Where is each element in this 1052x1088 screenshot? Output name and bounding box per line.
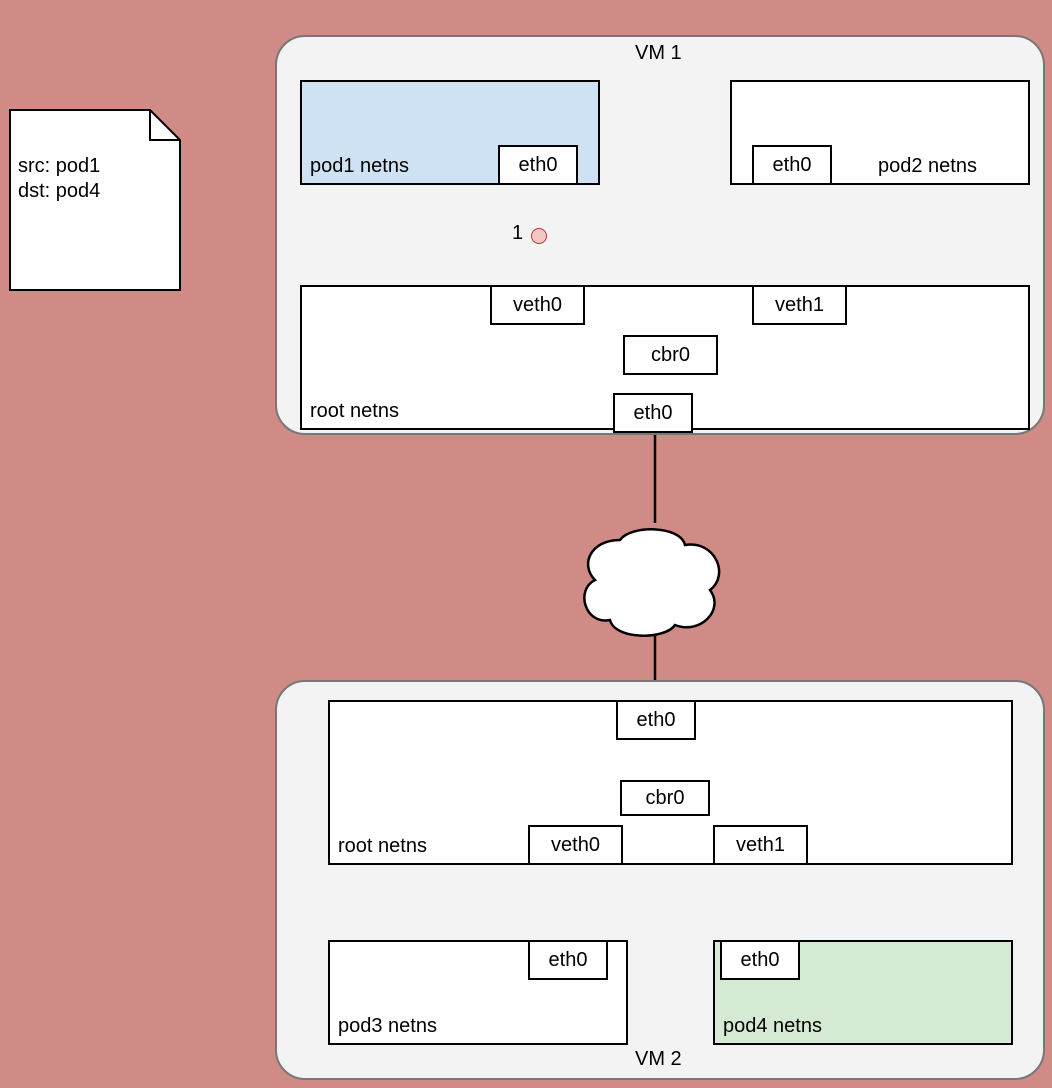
- vm2-veth1-box: veth1: [713, 825, 808, 865]
- vm2-cbr0-label: cbr0: [646, 787, 685, 810]
- pod3-eth0-label: eth0: [549, 949, 588, 972]
- vm1-root-netns-label: root netns: [310, 400, 399, 423]
- pod1-eth0-box: eth0: [498, 145, 578, 185]
- vm2-eth0-label: eth0: [637, 709, 676, 732]
- vm2-veth1-label: veth1: [736, 834, 785, 857]
- pod1-eth0-label: eth0: [519, 154, 558, 177]
- vm1-veth0-label: veth0: [513, 294, 562, 317]
- note-line1: src: pod1: [18, 155, 100, 178]
- pod3-eth0-box: eth0: [528, 940, 608, 980]
- pod2-netns-label: pod2 netns: [878, 155, 977, 178]
- pod4-eth0-label: eth0: [741, 949, 780, 972]
- vm2-veth0-label: veth0: [551, 834, 600, 857]
- vm1-title: VM 1: [635, 42, 682, 65]
- pod3-netns-label: pod3 netns: [338, 1015, 437, 1038]
- vm1-eth0-box: eth0: [613, 393, 693, 433]
- vm1-veth1-label: veth1: [775, 294, 824, 317]
- pod4-eth0-box: eth0: [720, 940, 800, 980]
- vm1-veth0-box: veth0: [490, 285, 585, 325]
- step-marker-1-label: 1: [512, 222, 523, 245]
- vm2-cbr0-box: cbr0: [620, 780, 710, 816]
- vm1-cbr0-box: cbr0: [623, 335, 718, 375]
- step-marker-1: [531, 228, 547, 244]
- vm2-root-netns-label: root netns: [338, 835, 427, 858]
- vm2-title: VM 2: [635, 1048, 682, 1071]
- vm1-veth1-box: veth1: [752, 285, 847, 325]
- note-line2: dst: pod4: [18, 180, 100, 203]
- vm2-veth0-box: veth0: [528, 825, 623, 865]
- vm1-cbr0-label: cbr0: [651, 344, 690, 367]
- pod4-netns-label: pod4 netns: [723, 1015, 822, 1038]
- vm2-eth0-box: eth0: [616, 700, 696, 740]
- vm1-eth0-label: eth0: [634, 402, 673, 425]
- pod2-eth0-box: eth0: [752, 145, 832, 185]
- pod1-netns-label: pod1 netns: [310, 155, 409, 178]
- pod2-eth0-label: eth0: [773, 154, 812, 177]
